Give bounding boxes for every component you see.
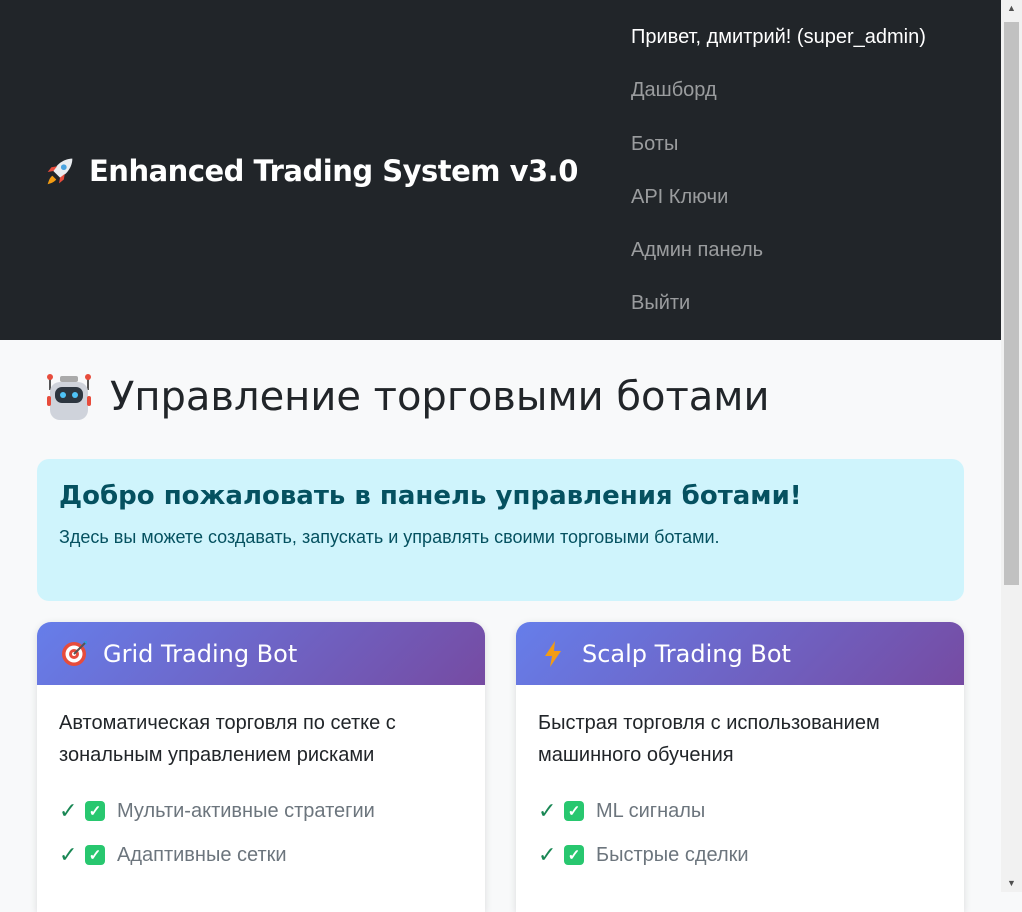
bot-card-scalp: Scalp Trading Bot Быстрая торговля с исп… [516, 622, 964, 912]
check-box-icon: ✓ [564, 801, 584, 821]
top-navbar: Enhanced Trading System v3.0 Привет, дми… [0, 0, 1001, 340]
checkmark-icon: ✓ [538, 842, 557, 867]
checkmark-icon: ✓ [538, 798, 557, 823]
robot-icon [47, 374, 91, 420]
nav-link-admin-panel[interactable]: Админ панель [631, 239, 763, 262]
vertical-scrollbar[interactable]: ▲ ▼ [1001, 0, 1022, 892]
target-icon [62, 640, 87, 666]
feature-item: ✓ ✓ Быстрые сделки [538, 833, 964, 877]
feature-item: ✓ ✓ Мульти-активные стратегии [59, 789, 485, 833]
alert-heading: Добро пожаловать в панель управления бот… [59, 481, 802, 511]
brand-name: Enhanced Trading System v3.0 [89, 154, 578, 188]
check-box-icon: ✓ [85, 801, 105, 821]
rocket-icon [47, 158, 73, 185]
user-greeting: Привет, дмитрий! (super_admin) [631, 26, 926, 48]
welcome-alert: Добро пожаловать в панель управления бот… [37, 459, 964, 601]
card-header: Grid Trading Bot [37, 622, 485, 685]
feature-label: Быстрые сделки [596, 843, 749, 866]
card-description: Быстрая торговля с использованием машинн… [538, 712, 880, 766]
alert-text: Здесь вы можете создавать, запускать и у… [59, 527, 720, 547]
scroll-down-arrow-icon[interactable]: ▼ [1007, 879, 1016, 888]
check-box-icon: ✓ [564, 845, 584, 865]
nav-link-bots[interactable]: Боты [631, 133, 678, 156]
brand-link[interactable]: Enhanced Trading System v3.0 [41, 152, 578, 190]
scroll-up-arrow-icon[interactable]: ▲ [1007, 4, 1016, 13]
checkmark-icon: ✓ [59, 798, 78, 823]
page-title: Управление торговыми ботами [44, 372, 769, 422]
bot-card-grid: Grid Trading Bot Автоматическая торговля… [37, 622, 485, 912]
checkmark-icon: ✓ [59, 842, 78, 867]
feature-label: ML сигналы [596, 799, 706, 822]
card-header: Scalp Trading Bot [516, 622, 964, 685]
nav-link-logout[interactable]: Выйти [631, 292, 690, 315]
check-box-icon: ✓ [85, 845, 105, 865]
page-title-text: Управление торговыми ботами [110, 374, 770, 420]
nav-link-dashboard[interactable]: Дашборд [631, 79, 717, 102]
feature-item: ✓ ✓ ML сигналы [538, 789, 964, 833]
card-description: Автоматическая торговля по сетке с зонал… [59, 712, 396, 766]
feature-item: ✓ ✓ Адаптивные сетки [59, 833, 485, 877]
feature-label: Адаптивные сетки [117, 843, 287, 866]
feature-list: ✓ ✓ ML сигналы ✓ ✓ Быстрые сделки [516, 789, 964, 877]
lightning-icon [545, 640, 561, 667]
feature-list: ✓ ✓ Мульти-активные стратегии ✓ ✓ Адаптивные… [37, 789, 485, 877]
feature-label: Мульти-активные стратегии [117, 799, 375, 822]
nav-link-api-keys[interactable]: API Ключи [631, 186, 728, 209]
card-title: Scalp Trading Bot [582, 639, 791, 668]
scrollbar-thumb[interactable] [1004, 22, 1019, 585]
card-title: Grid Trading Bot [103, 639, 298, 668]
